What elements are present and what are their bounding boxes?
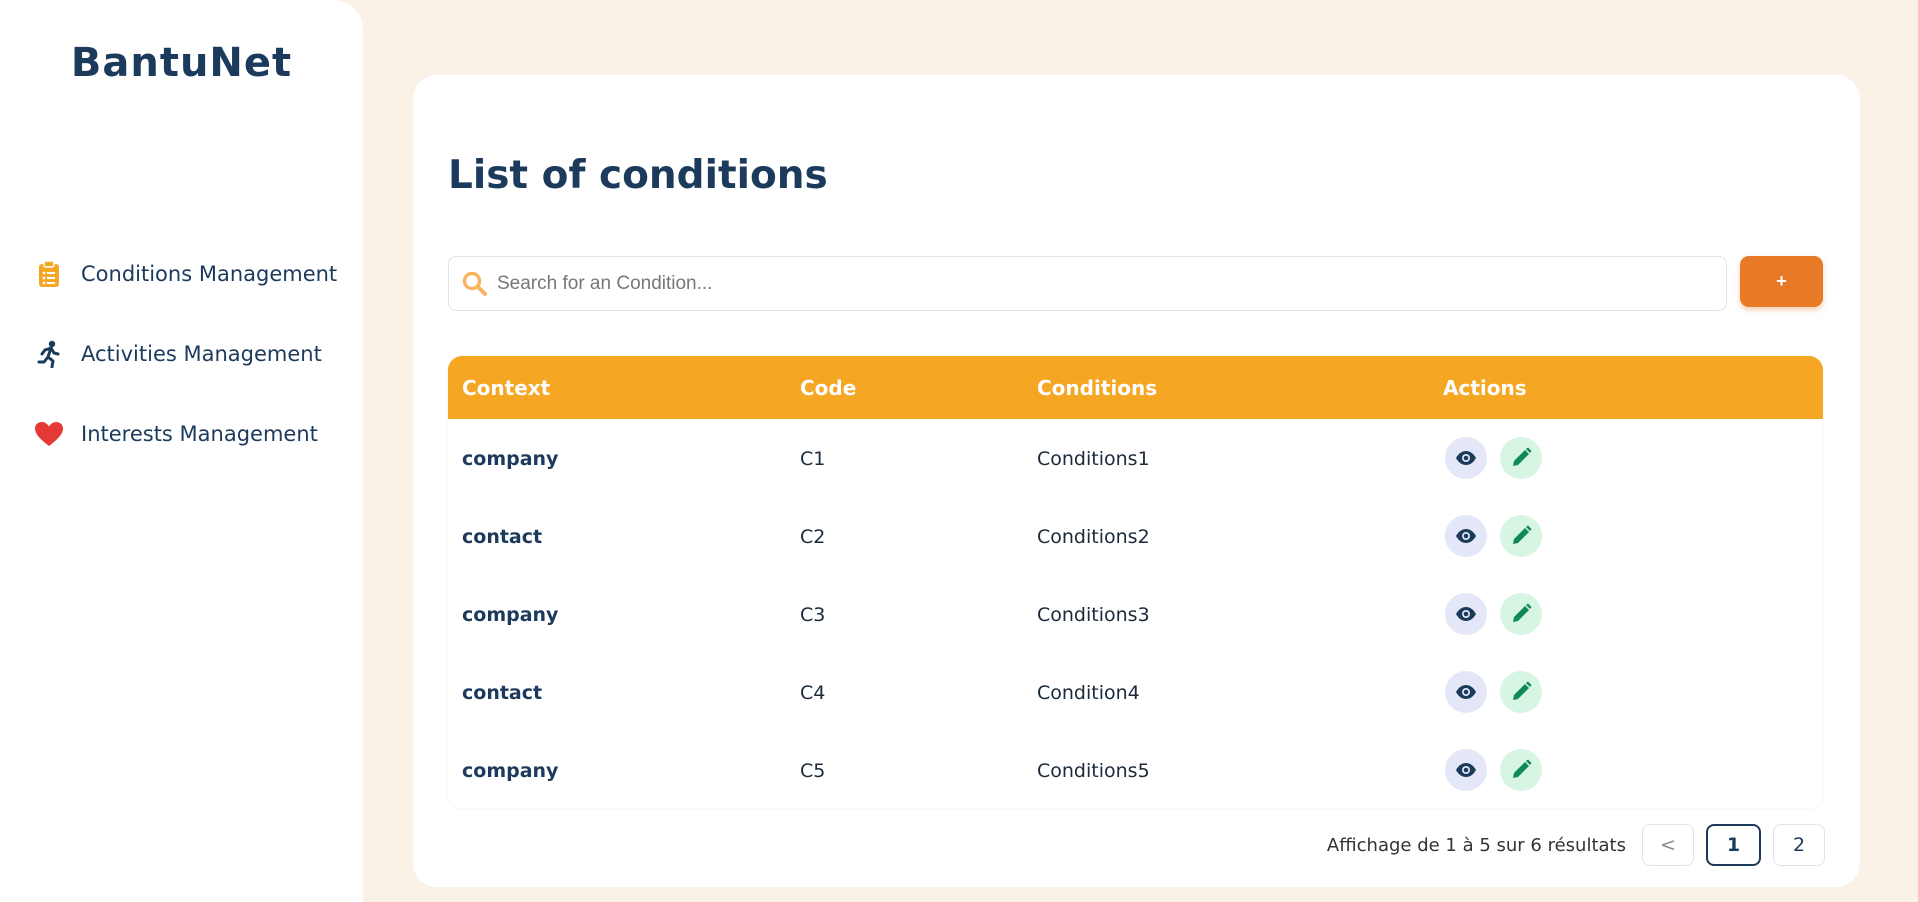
running-person-icon <box>34 339 64 369</box>
sidebar-item-interests[interactable]: Interests Management <box>34 416 354 452</box>
brand-logo[interactable]: BantuNet <box>0 40 363 86</box>
conditions-table: Context Code Conditions Actions company … <box>448 356 1823 808</box>
cell-conditions: Condition4 <box>1037 682 1140 704</box>
main-card: List of conditions + Context Code Condit… <box>413 75 1860 887</box>
header-context: Context <box>462 376 551 400</box>
sidebar-item-label: Activities Management <box>81 342 322 366</box>
cell-conditions: Conditions3 <box>1037 604 1150 626</box>
add-condition-button[interactable]: + <box>1740 256 1823 307</box>
clipboard-list-icon <box>34 259 64 289</box>
cell-context: contact <box>462 526 543 548</box>
cell-code: C5 <box>800 760 826 782</box>
sidebar-item-label: Conditions Management <box>81 262 338 286</box>
header-code: Code <box>800 376 857 400</box>
edit-button[interactable] <box>1500 749 1542 791</box>
header-actions: Actions <box>1443 376 1527 400</box>
eye-icon <box>1456 763 1476 777</box>
edit-button[interactable] <box>1500 671 1542 713</box>
view-button[interactable] <box>1445 671 1487 713</box>
eye-icon <box>1456 529 1476 543</box>
view-button[interactable] <box>1445 437 1487 479</box>
pencil-icon <box>1513 603 1532 622</box>
cell-context: company <box>462 760 559 782</box>
cell-context: company <box>462 604 559 626</box>
edit-button[interactable] <box>1500 515 1542 557</box>
eye-icon <box>1456 451 1476 465</box>
table-header: Context Code Conditions Actions <box>448 356 1823 419</box>
view-button[interactable] <box>1445 749 1487 791</box>
cell-context: contact <box>462 682 543 704</box>
view-button[interactable] <box>1445 515 1487 557</box>
cell-code: C1 <box>800 448 826 470</box>
search-input[interactable] <box>497 263 1697 304</box>
sidebar-item-activities[interactable]: Activities Management <box>34 336 354 372</box>
prev-page-button[interactable]: < <box>1642 824 1694 866</box>
pencil-icon <box>1513 525 1532 544</box>
row-actions <box>1445 515 1542 557</box>
row-actions <box>1445 671 1542 713</box>
cell-conditions: Conditions5 <box>1037 760 1150 782</box>
sidebar-item-conditions[interactable]: Conditions Management <box>34 256 354 292</box>
eye-icon <box>1456 685 1476 699</box>
pagination-info: Affichage de 1 à 5 sur 6 résultats <box>1326 834 1626 856</box>
pencil-icon <box>1513 681 1532 700</box>
table-row: contact C2 Conditions2 <box>448 497 1823 575</box>
eye-icon <box>1456 607 1476 621</box>
cell-conditions: Conditions1 <box>1037 448 1150 470</box>
page-title: List of conditions <box>448 153 828 198</box>
heart-icon <box>34 419 64 449</box>
sidebar-item-label: Interests Management <box>81 422 318 446</box>
header-conditions: Conditions <box>1037 376 1158 400</box>
row-actions <box>1445 437 1542 479</box>
search-icon <box>461 270 489 298</box>
table-row: company C3 Conditions3 <box>448 575 1823 653</box>
edit-button[interactable] <box>1500 437 1542 479</box>
view-button[interactable] <box>1445 593 1487 635</box>
pagination: Affichage de 1 à 5 sur 6 résultats < 1 2 <box>1327 824 1825 866</box>
row-actions <box>1445 749 1542 791</box>
table-row: company C1 Conditions1 <box>448 419 1823 497</box>
search-box[interactable] <box>448 256 1727 311</box>
sidebar: BantuNet Conditions Management Activitie… <box>0 0 363 902</box>
pencil-icon <box>1513 447 1532 466</box>
page-button-2[interactable]: 2 <box>1773 824 1825 866</box>
table-row: contact C4 Condition4 <box>448 653 1823 731</box>
sidebar-nav: Conditions Management Activities Managem… <box>34 256 354 496</box>
page-button-1[interactable]: 1 <box>1706 824 1761 866</box>
cell-conditions: Conditions2 <box>1037 526 1150 548</box>
edit-button[interactable] <box>1500 593 1542 635</box>
table-row: company C5 Conditions5 <box>448 731 1823 808</box>
pencil-icon <box>1513 759 1532 778</box>
cell-code: C3 <box>800 604 826 626</box>
row-actions <box>1445 593 1542 635</box>
cell-code: C2 <box>800 526 826 548</box>
cell-context: company <box>462 448 559 470</box>
cell-code: C4 <box>800 682 826 704</box>
